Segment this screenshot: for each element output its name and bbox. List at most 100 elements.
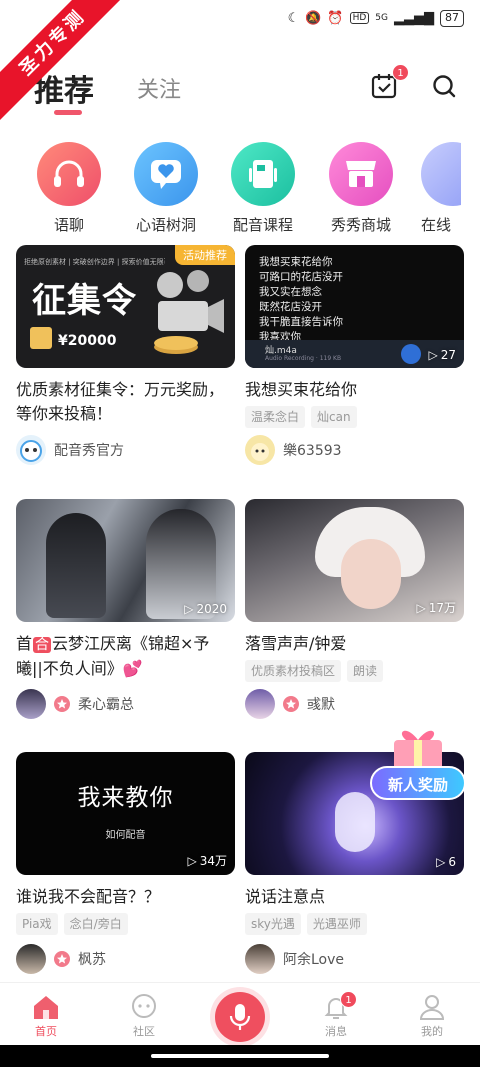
person-icon [419,995,445,1020]
tag[interactable]: sky光遇 [245,913,301,935]
event-headline: 征集令 [32,281,137,321]
search-icon [433,75,456,98]
card-thumbnail: 我想买束花给你 可路口的花店没开 我又实在想念 既然花店没开 我干脆直接告诉你 … [245,245,464,368]
category-tree-hole[interactable]: 心语树洞 [133,142,199,235]
calendar-button[interactable]: 1 [366,64,409,104]
category-label: 配音课程 [232,216,293,234]
card-tags: 优质素材投稿区 朗读 [245,660,464,682]
card-snow-voice[interactable]: ▷ 17万 落雪声声/钟爱 优质素材投稿区 朗读 彧默 [245,499,464,719]
category-label: 秀秀商城 [330,216,391,234]
author-name: 彧默 [307,697,335,713]
calendar-badge: 1 [392,64,409,81]
card-tags: sky光遇 光遇巫师 [245,913,464,935]
tab-community[interactable]: 社区 [114,991,174,1039]
tag[interactable]: 灿can [311,406,357,428]
status-icons: ☾ 🔕 ⏰ HD 5G ▂▃▅▇ 87 [288,8,464,28]
category-label: 在线 [421,216,452,234]
avatar [16,435,46,465]
medal-icon [30,327,52,349]
home-indicator[interactable] [151,1054,329,1058]
card-title: 我想买束花给你 [245,380,358,399]
play-count: ▷ 27 [428,348,456,362]
figure-left [46,513,106,618]
card-author[interactable]: 樂63593 [245,435,342,465]
card-drama-video[interactable]: ▷ 2020 首合云梦江厌离《锦超×予曦||不负人间》💕 柔心霸总 [16,499,235,719]
lyric-line: 我想买束花给你 [259,256,333,268]
messages-badge: 1 [340,991,357,1008]
system-nav-bar [0,1045,480,1067]
card-author[interactable]: 枫苏 [16,944,106,974]
avatar [16,944,46,974]
card-title: 说话注意点 [245,887,326,906]
play-icon: ▷ [416,600,426,615]
author-name: 阿余Love [283,952,345,968]
microphone-icon [229,1004,251,1030]
audio-meta: Audio Recording · 119 KB [265,355,342,362]
tab-home[interactable]: 首页 [16,991,76,1039]
card-author[interactable]: 柔心霸总 [16,689,134,719]
card-author[interactable]: 配音秀官方 [16,435,124,465]
card-title: 首合云梦江厌离《锦超×予曦||不负人间》💕 [16,634,210,678]
play-count: ▷ 6 [436,855,456,869]
newcomer-reward-label: 新人奖励 [370,766,466,800]
card-buy-flowers[interactable]: 我想买束花给你 可路口的花店没开 我又实在想念 既然花店没开 我干脆直接告诉你 … [245,245,464,465]
tab-label: 首页 [35,1025,57,1038]
headphones-icon [37,142,101,206]
card-author[interactable]: 彧默 [245,689,335,719]
newcomer-reward-button[interactable]: 新人奖励 [370,722,466,804]
event-tag: 活动推荐 [175,245,235,265]
author-name: 樂63593 [283,443,342,459]
card-thumbnail: 拒绝原创素材 | 突破创作边界 | 探索价值无限可能！ 活动推荐 征集令 ¥20… [16,245,235,368]
tab-follow[interactable]: 关注 [137,72,181,104]
card-thumbnail: ▷ 17万 [245,499,464,622]
search-button[interactable] [426,68,462,104]
category-online[interactable]: 在线 [421,142,461,235]
event-top-text: 拒绝原创素材 | 突破创作边界 | 探索价值无限可能！ [24,258,165,266]
network-label: 5G [375,13,388,23]
tag[interactable]: 光遇巫师 [306,913,367,935]
signal-icon: ▂▃▅▇ [394,10,434,26]
tag[interactable]: 念白/旁白 [63,913,128,935]
card-author[interactable]: 阿余Love [245,944,344,974]
lyric-line: 既然花店没开 [259,301,322,313]
tag[interactable]: 朗读 [347,660,384,682]
tab-profile[interactable]: 我的 [402,991,462,1039]
play-count: ▷ 2020 [184,602,227,616]
thumb-big-text: 我来教你 [77,785,174,811]
tab-label: 我的 [421,1025,443,1038]
thumb-small-text: 如何配音 [105,830,146,841]
card-title: 落雪声声/钟爱 [245,634,347,653]
category-voice-chat[interactable]: 语聊 [36,142,102,235]
tag[interactable]: 优质素材投稿区 [245,660,342,682]
tab-active-indicator [54,110,82,115]
tab-label: 消息 [325,1025,347,1038]
record-button[interactable] [215,992,265,1042]
lyric-line: 我又实在想念 [259,286,322,298]
play-count: ▷ 17万 [416,600,456,616]
film-camera-icon [154,270,224,354]
tag[interactable]: Pia戏 [16,913,58,935]
tab-label: 社区 [133,1025,155,1038]
tab-messages[interactable]: 消息 1 [306,991,366,1039]
card-material-event[interactable]: 拒绝原创素材 | 突破创作边界 | 探索价值无限可能！ 活动推荐 征集令 ¥20… [16,245,235,465]
heart-chat-icon [134,142,198,206]
play-icon: ▷ [428,348,438,362]
verified-badge-icon [54,951,70,967]
category-label: 语聊 [53,216,84,234]
avatar [245,435,275,465]
collab-badge: 合 [33,637,52,653]
card-title: 优质素材征集令：万元奖励，等你来投稿！ [16,380,225,423]
play-icon: ▷ [187,853,197,868]
lyric-line: 可路口的花店没开 [259,271,343,283]
play-icon: ▷ [436,855,446,869]
avatar [16,689,46,719]
alarm-icon: ⏰ [327,10,344,26]
shop-icon [329,142,393,206]
category-dubbing-course[interactable]: 配音课程 [230,142,296,235]
mute-icon: 🔕 [305,10,322,26]
card-teach-dubbing[interactable]: 我来教你 如何配音 ▷ 34万 谁说我不会配音？？ Pia戏 念白/旁白 枫苏 [16,752,235,974]
tag[interactable]: 温柔念白 [245,406,306,428]
chat-bubble-icon [132,994,156,1018]
author-name: 柔心霸总 [78,697,134,713]
category-shop[interactable]: 秀秀商城 [328,142,394,235]
